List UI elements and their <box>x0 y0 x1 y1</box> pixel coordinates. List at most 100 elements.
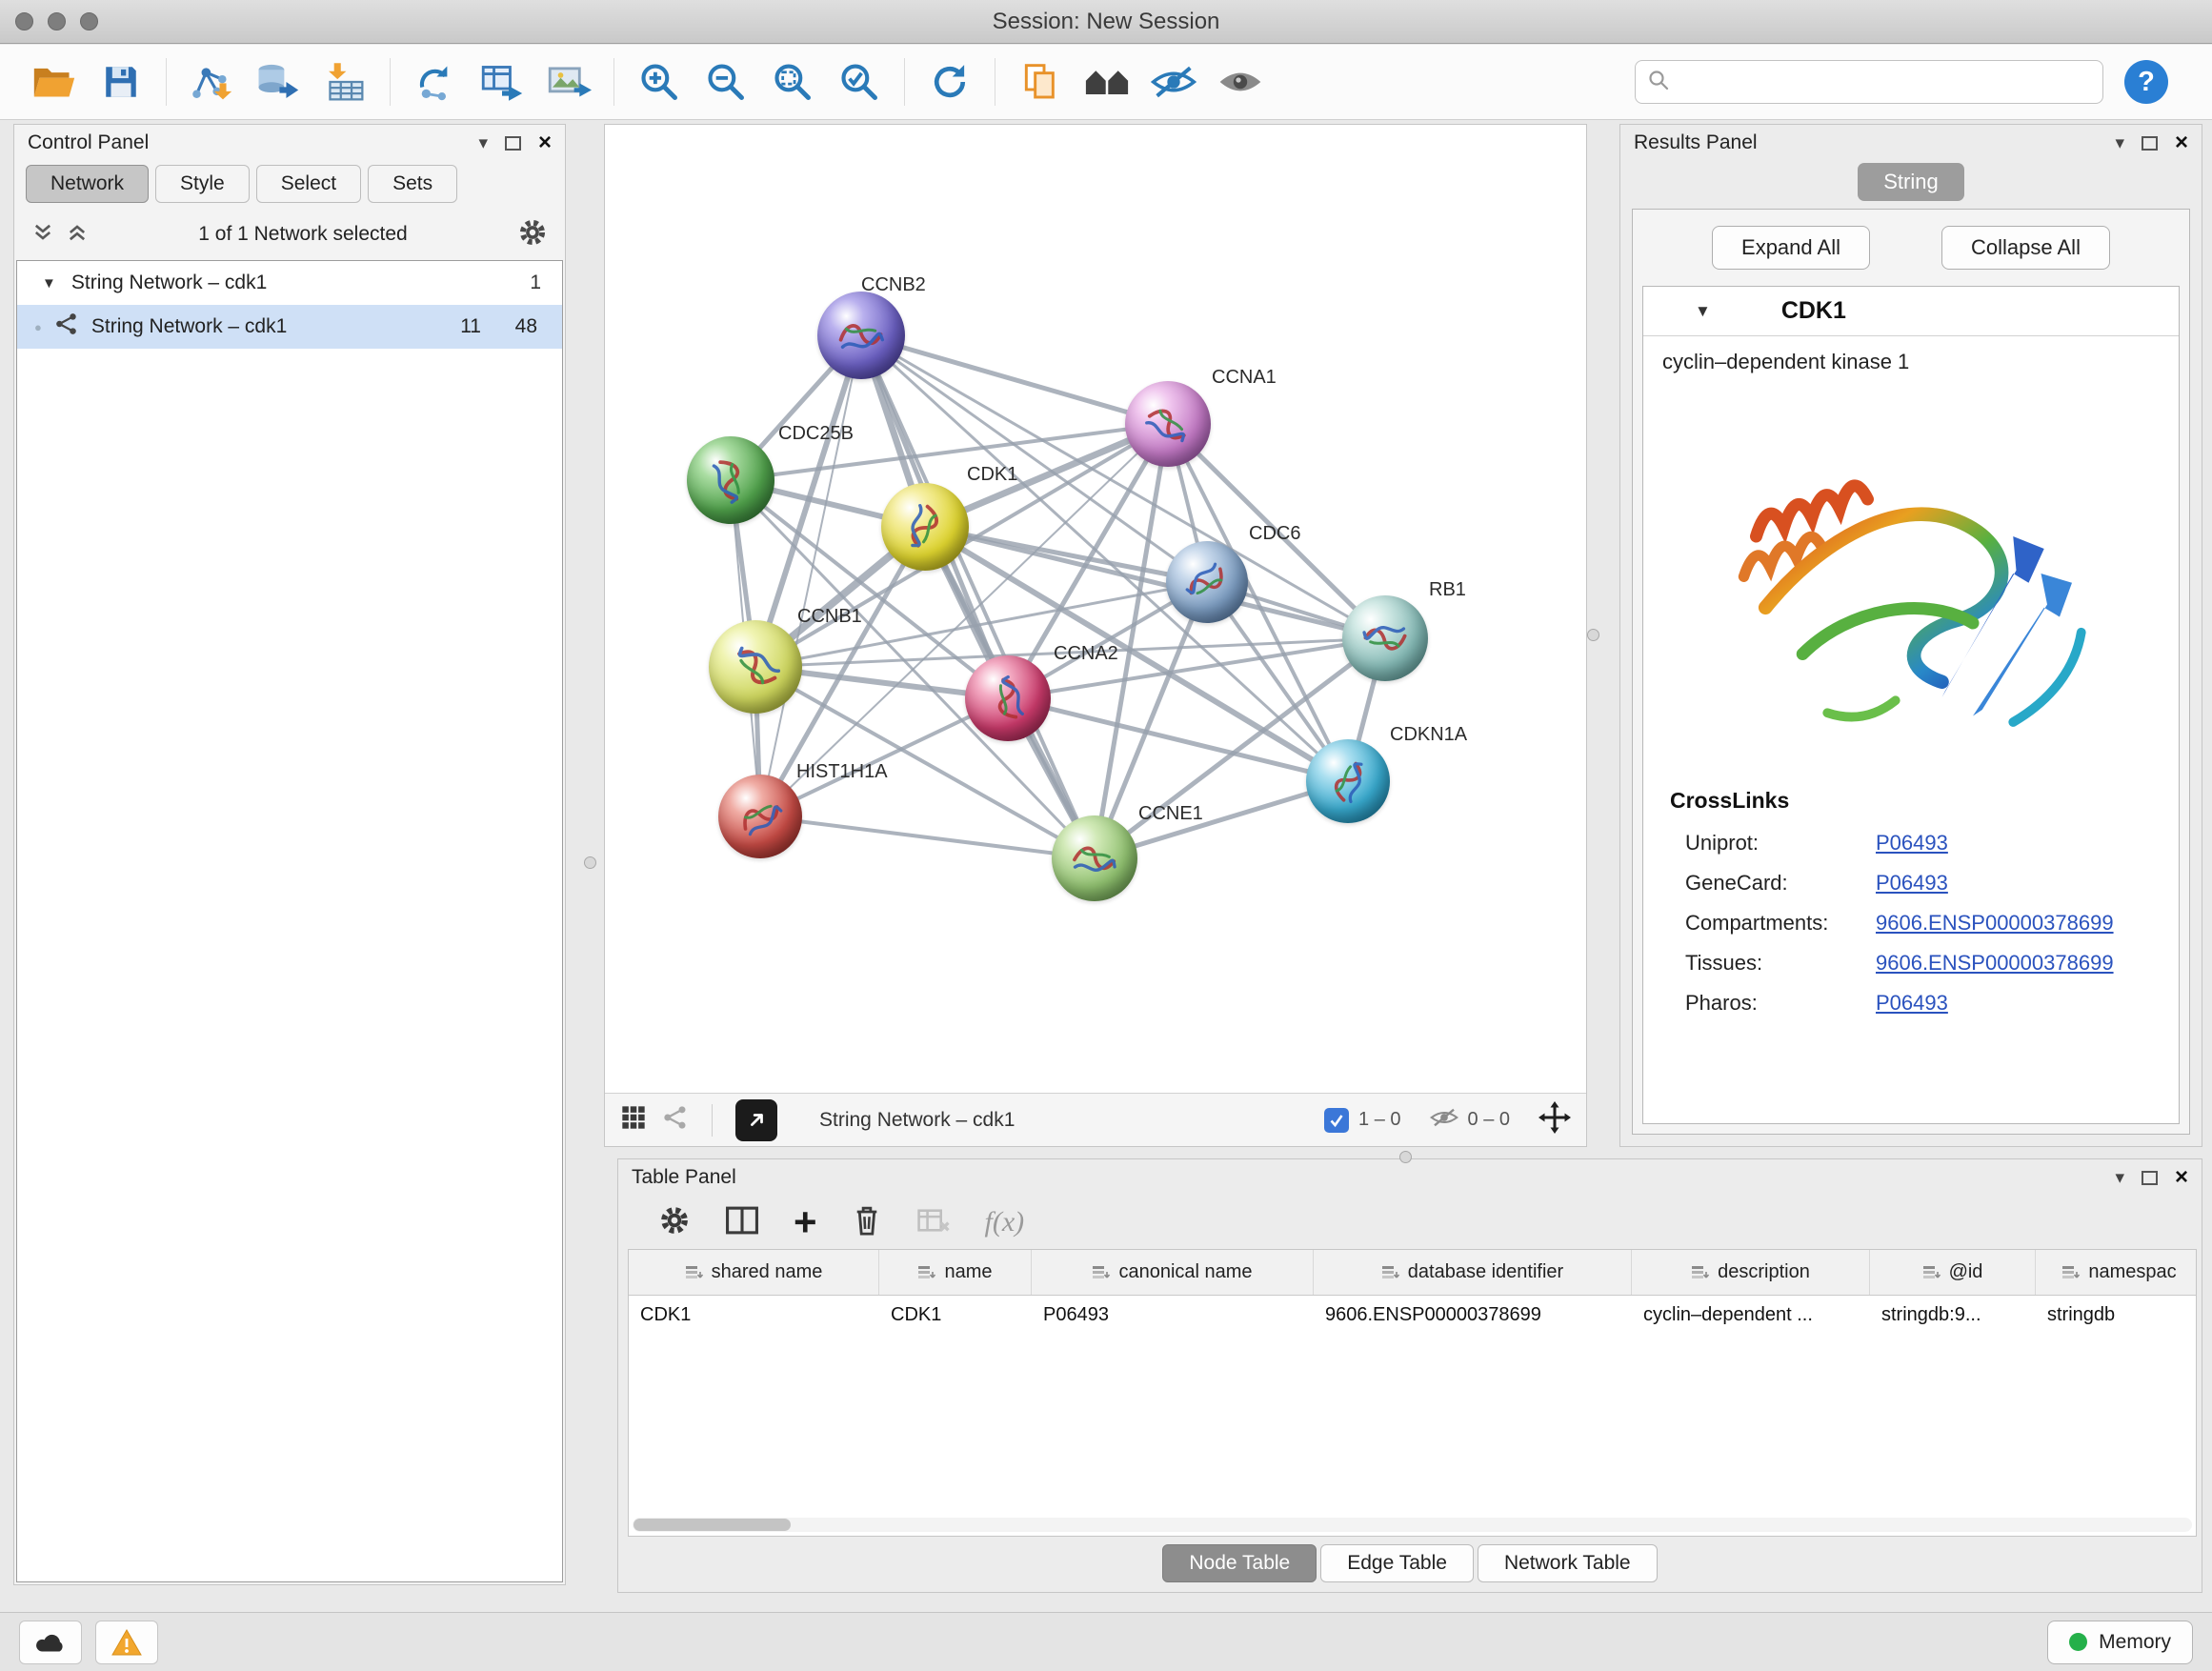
memory-button[interactable]: Memory <box>2047 1621 2193 1664</box>
import-table-file-icon[interactable] <box>316 52 373 111</box>
gene-section-header[interactable]: ▼ CDK1 <box>1643 287 2179 336</box>
float-panel-icon[interactable] <box>2142 136 2158 151</box>
delete-table-icon[interactable] <box>916 1205 951 1240</box>
zoom-selected-icon[interactable] <box>831 52 888 111</box>
results-panel: Results Panel ▾ × String Expand All Coll… <box>1619 124 2202 1147</box>
splitter-handle-bottom[interactable] <box>1399 1151 1412 1163</box>
crosslink-link[interactable]: P06493 <box>1876 831 1948 856</box>
crosslink-link[interactable]: 9606.ENSP00000378699 <box>1876 911 2114 936</box>
table-toolbar: + f(x) <box>618 1196 2202 1249</box>
search-input[interactable] <box>1679 70 2091 93</box>
export-image-icon[interactable] <box>540 52 597 111</box>
horizontal-scrollbar[interactable] <box>633 1518 2192 1532</box>
clone-network-icon[interactable] <box>473 52 531 111</box>
network-row[interactable]: ● String Network – cdk1 11 48 <box>17 305 562 349</box>
expand-all-networks-icon[interactable] <box>66 222 89 248</box>
add-column-icon[interactable]: + <box>794 1202 817 1242</box>
tab-select[interactable]: Select <box>256 165 361 203</box>
tab-network-table[interactable]: Network Table <box>1478 1544 1658 1582</box>
help-icon[interactable]: ? <box>2124 60 2168 104</box>
node-RB1[interactable] <box>1342 595 1428 681</box>
close-panel-icon[interactable]: × <box>2175 131 2188 154</box>
crosslink-link[interactable]: P06493 <box>1876 871 1948 896</box>
scrollbar-thumb[interactable] <box>633 1519 791 1531</box>
section-collapse-icon[interactable]: ▼ <box>1695 302 1711 321</box>
crosslink-link[interactable]: P06493 <box>1876 991 1948 1016</box>
network-collection-row[interactable]: ▼ String Network – cdk1 1 <box>17 261 562 305</box>
share-network-icon[interactable] <box>662 1104 689 1136</box>
import-network-file-icon[interactable] <box>183 52 240 111</box>
hidden-eye-icon[interactable] <box>1430 1106 1458 1135</box>
close-panel-icon[interactable]: × <box>2175 1166 2188 1189</box>
table-panel: Table Panel ▾ × + f(x) shared namenameca… <box>617 1158 2202 1593</box>
node-CDKN1A[interactable] <box>1306 739 1390 823</box>
open-session-icon[interactable] <box>26 52 83 111</box>
float-panel-icon[interactable] <box>2142 1171 2158 1185</box>
column-header-shared-name[interactable]: shared name <box>629 1250 879 1295</box>
open-in-window-icon[interactable] <box>735 1099 777 1141</box>
float-panel-icon[interactable] <box>505 136 521 151</box>
column-header-description[interactable]: description <box>1632 1250 1870 1295</box>
collapse-all-button[interactable]: Collapse All <box>1941 226 2110 270</box>
tab-string[interactable]: String <box>1858 163 1963 201</box>
column-header-namespac[interactable]: namespac <box>2036 1250 2197 1295</box>
zoom-fit-icon[interactable] <box>764 52 821 111</box>
table-row[interactable]: CDK1CDK1P064939606.ENSP00000378699cyclin… <box>629 1296 2196 1334</box>
zoom-out-icon[interactable] <box>697 52 754 111</box>
node-CCNE1[interactable] <box>1052 815 1137 901</box>
new-network-selection-icon[interactable] <box>407 52 464 111</box>
show-all-icon[interactable] <box>1212 52 1269 111</box>
hide-selected-icon[interactable] <box>1145 52 1202 111</box>
zoom-in-icon[interactable] <box>631 52 688 111</box>
results-panel-header: Results Panel ▾ × <box>1620 125 2202 161</box>
expand-all-button[interactable]: Expand All <box>1712 226 1870 270</box>
column-header--id[interactable]: @id <box>1870 1250 2036 1295</box>
function-builder-icon[interactable]: f(x) <box>985 1206 1025 1238</box>
collection-expand-icon[interactable]: ▼ <box>42 275 56 292</box>
splitter-handle-left[interactable] <box>584 856 596 869</box>
cloud-status-button[interactable] <box>19 1621 82 1664</box>
panel-menu-icon[interactable]: ▾ <box>2115 132 2124 154</box>
tab-sets[interactable]: Sets <box>368 165 457 203</box>
node-CCNB1[interactable] <box>709 620 802 714</box>
copy-snapshot-icon[interactable] <box>1012 52 1069 111</box>
main-toolbar: ? <box>0 45 2212 120</box>
network-canvas[interactable]: CCNB2CCNA1CDC25BCDK1CDC6RB1CCNB1CCNA2CDK… <box>605 125 1586 1093</box>
column-header-name[interactable]: name <box>879 1250 1032 1295</box>
column-header-canonical-name[interactable]: canonical name <box>1032 1250 1314 1295</box>
home-navigator-icon[interactable] <box>1078 52 1136 111</box>
network-options-gear-icon[interactable] <box>517 217 548 252</box>
close-panel-icon[interactable]: × <box>538 131 552 154</box>
node-CDC25B[interactable] <box>687 436 774 524</box>
splitter-handle-right[interactable] <box>1587 629 1599 641</box>
node-CDC6[interactable] <box>1166 541 1248 623</box>
save-session-icon[interactable] <box>92 52 150 111</box>
node-CCNA2[interactable] <box>965 655 1051 741</box>
tab-network[interactable]: Network <box>26 165 149 203</box>
table-settings-gear-icon[interactable] <box>658 1204 691 1241</box>
crosslink-link[interactable]: 9606.ENSP00000378699 <box>1876 951 2114 976</box>
edge-HIST1H1A-CCNE1[interactable] <box>760 816 1095 858</box>
collapse-all-networks-icon[interactable] <box>31 222 54 248</box>
warning-status-button[interactable] <box>95 1621 158 1664</box>
node-CCNA1[interactable] <box>1125 381 1211 467</box>
column-header-database-identifier[interactable]: database identifier <box>1314 1250 1632 1295</box>
node-HIST1H1A[interactable] <box>718 775 802 858</box>
panel-menu-icon[interactable]: ▾ <box>478 132 488 154</box>
tab-style[interactable]: Style <box>155 165 250 203</box>
delete-column-trash-icon[interactable] <box>852 1203 882 1242</box>
edge-CCNB2-CCNE1[interactable] <box>861 335 1095 858</box>
panel-menu-icon[interactable]: ▾ <box>2115 1167 2124 1189</box>
apply-layout-icon[interactable] <box>921 52 978 111</box>
node-CDK1[interactable] <box>881 483 969 571</box>
pan-move-icon[interactable] <box>1538 1101 1571 1138</box>
edge-CCNB2-CCNA1[interactable] <box>861 335 1168 424</box>
selected-checkbox-icon[interactable] <box>1324 1108 1349 1133</box>
tab-edge-table[interactable]: Edge Table <box>1320 1544 1474 1582</box>
node-CCNB2[interactable] <box>817 292 905 379</box>
tab-node-table[interactable]: Node Table <box>1162 1544 1317 1582</box>
edge-CCNB2-HIST1H1A[interactable] <box>760 335 861 816</box>
grid-view-icon[interactable] <box>620 1104 647 1136</box>
import-network-database-icon[interactable] <box>250 52 307 111</box>
show-columns-icon[interactable] <box>725 1205 759 1240</box>
